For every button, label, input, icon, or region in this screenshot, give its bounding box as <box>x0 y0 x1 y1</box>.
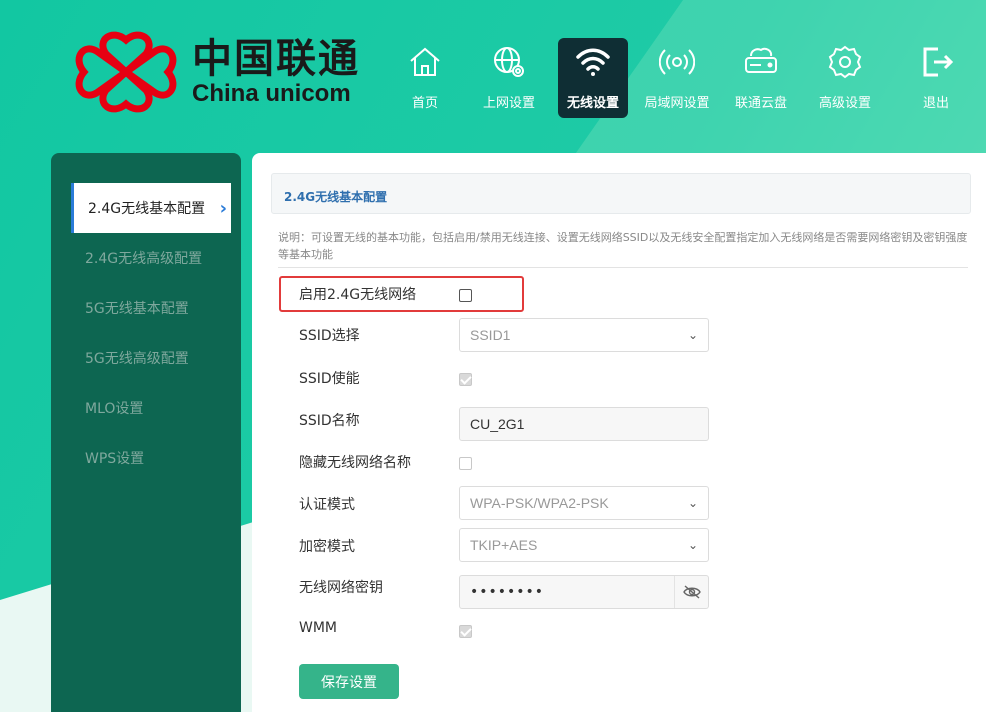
logout-icon <box>923 47 954 77</box>
sidebar-item-label: 2.4G无线基本配置 <box>88 201 206 217</box>
wifi-key-field[interactable]: •••••••• <box>459 575 709 609</box>
ssid-name-value: CU_2G1 <box>459 407 709 441</box>
brand-name-en: China unicom <box>192 80 351 107</box>
sidebar-item-label: MLO设置 <box>85 401 144 417</box>
sidebar-item-label: 5G无线基本配置 <box>85 301 189 317</box>
ssid-enable-label: SSID使能 <box>299 371 360 387</box>
nav-advanced[interactable]: 高级设置 <box>810 38 880 118</box>
nav-cloud[interactable]: 联通云盘 <box>726 38 796 118</box>
enable-wifi-checkbox[interactable] <box>459 289 472 302</box>
nav-label: 上网设置 <box>482 96 535 111</box>
encrypt-mode-label: 加密模式 <box>299 539 355 555</box>
home-icon <box>410 47 440 76</box>
wifi-key-value: •••••••• <box>470 584 545 600</box>
nav-label: 局域网设置 <box>644 96 710 111</box>
chevron-right-icon: › <box>219 197 227 219</box>
chevron-down-icon: ⌄ <box>687 538 698 552</box>
sidebar: 2.4G无线基本配置 › 2.4G无线高级配置 5G无线基本配置 5G无线高级配… <box>51 153 241 712</box>
broadcast-icon <box>659 49 695 75</box>
checkbox-box <box>459 625 472 638</box>
enable-wifi-label: 启用2.4G无线网络 <box>299 287 417 303</box>
wmm-label: WMM <box>299 620 338 636</box>
checkbox-box <box>459 289 472 302</box>
nav-label: 联通云盘 <box>734 96 787 111</box>
chevron-down-icon: ⌄ <box>687 328 698 342</box>
ssid-name-input[interactable]: CU_2G1 <box>459 407 709 441</box>
page-title: 2.4G无线基本配置 <box>271 173 971 214</box>
sidebar-item-mlo[interactable]: MLO设置 <box>51 383 241 433</box>
encrypt-mode-select[interactable]: TKIP+AES ⌄ <box>459 528 709 562</box>
brand-logo: 中国联通 China unicom <box>72 30 360 114</box>
wifi-icon <box>576 48 610 76</box>
sidebar-item-5g-basic[interactable]: 5G无线基本配置 <box>51 283 241 333</box>
save-button[interactable]: 保存设置 <box>299 664 399 699</box>
globe-gear-icon <box>494 47 524 77</box>
nav-lan[interactable]: 局域网设置 <box>642 38 712 118</box>
brand-name-cn: 中国联通 <box>192 36 360 82</box>
page-description: 说明：可设置无线的基本功能，包括启用/禁用无线连接、设置无线网络SSID以及无线… <box>278 229 968 268</box>
sidebar-item-label: WPS设置 <box>85 451 145 467</box>
eye-off-icon[interactable] <box>674 576 708 608</box>
auth-mode-value: WPA-PSK/WPA2-PSK <box>470 495 609 511</box>
encrypt-mode-value: TKIP+AES <box>470 537 538 553</box>
nav-label: 无线设置 <box>566 96 619 111</box>
cloud-drive-icon <box>745 47 777 73</box>
sidebar-item-24g-basic[interactable]: 2.4G无线基本配置 › <box>71 183 231 233</box>
nav-label: 退出 <box>922 96 949 111</box>
nav-internet[interactable]: 上网设置 <box>474 38 544 118</box>
checkbox-box <box>459 457 472 470</box>
top-nav: 首页 上网设置 无线设置 局域网设置 联通云盘 高级设置 退出 <box>390 38 978 118</box>
ssid-enable-checkbox[interactable] <box>459 373 472 386</box>
sidebar-item-wps[interactable]: WPS设置 <box>51 433 241 483</box>
sidebar-item-24g-advanced[interactable]: 2.4G无线高级配置 <box>51 233 241 283</box>
ssid-select[interactable]: SSID1 ⌄ <box>459 318 709 352</box>
nav-home[interactable]: 首页 <box>390 38 460 118</box>
ssid-select-value: SSID1 <box>470 327 511 343</box>
ssid-name-label: SSID名称 <box>299 413 360 429</box>
wmm-checkbox[interactable] <box>459 625 472 638</box>
nav-logout[interactable]: 退出 <box>894 38 978 118</box>
nav-wireless[interactable]: 无线设置 <box>558 38 628 118</box>
nav-label: 高级设置 <box>818 96 871 111</box>
checkbox-box <box>459 373 472 386</box>
auth-mode-label: 认证模式 <box>299 497 355 513</box>
auth-mode-select[interactable]: WPA-PSK/WPA2-PSK ⌄ <box>459 486 709 520</box>
chevron-down-icon: ⌄ <box>687 496 698 510</box>
main-panel: 2.4G无线基本配置 说明：可设置无线的基本功能，包括启用/禁用无线连接、设置无… <box>252 153 986 712</box>
nav-label: 首页 <box>411 96 438 111</box>
hide-ssid-label: 隐藏无线网络名称 <box>299 455 411 471</box>
settings-icon <box>828 45 862 79</box>
wifi-key-label: 无线网络密钥 <box>299 580 383 596</box>
sidebar-item-5g-advanced[interactable]: 5G无线高级配置 <box>51 333 241 383</box>
sidebar-item-label: 2.4G无线高级配置 <box>85 251 203 267</box>
unicom-knot-icon <box>72 30 180 114</box>
sidebar-item-label: 5G无线高级配置 <box>85 351 189 367</box>
ssid-select-label: SSID选择 <box>299 328 360 344</box>
hide-ssid-checkbox[interactable] <box>459 457 472 470</box>
